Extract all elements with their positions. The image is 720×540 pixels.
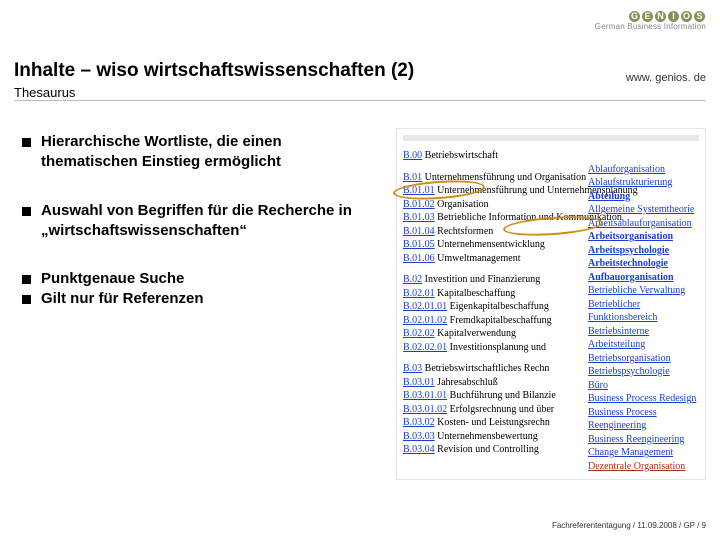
term-link[interactable]: Ablauforganisation bbox=[588, 163, 698, 177]
term-link[interactable]: Betriebspsychologie bbox=[588, 365, 698, 379]
code-link[interactable]: B.03.02 bbox=[403, 417, 435, 428]
list-item: B.01 Unternehmensführung und Organisatio… bbox=[403, 171, 588, 185]
code-link[interactable]: B.03 bbox=[403, 363, 422, 374]
term-link[interactable]: Dezentrale Organisation bbox=[588, 460, 698, 474]
code-link[interactable]: B.02.02.01 bbox=[403, 342, 447, 353]
code-link[interactable]: B.01.06 bbox=[403, 253, 435, 264]
bullet-icon bbox=[22, 138, 31, 147]
term-link[interactable]: Betriebsinterne Arbeitsteilung bbox=[588, 325, 698, 352]
list-item: B.02.01.01 Eigenkapitalbeschaffung bbox=[403, 300, 588, 314]
term-link[interactable]: Betriebliche Verwaltung bbox=[588, 284, 698, 298]
bullet-text: Punktgenaue Suche bbox=[41, 269, 184, 289]
bullet-icon bbox=[22, 275, 31, 284]
code-link[interactable]: B.01.03 bbox=[403, 212, 435, 223]
term-link[interactable]: Change Management bbox=[588, 446, 698, 460]
bullet-icon bbox=[22, 295, 31, 304]
code-link[interactable]: B.03.01.02 bbox=[403, 404, 447, 415]
list-item: B.01.03 Betriebliche Information und Kom… bbox=[403, 211, 588, 225]
code-link[interactable]: B.02.02 bbox=[403, 328, 435, 339]
code-link[interactable]: B.01.01 bbox=[403, 185, 435, 196]
list-item: B.01.01 Unternehmensführung und Unterneh… bbox=[403, 184, 588, 198]
right-column: AblauforganisationAblaufstrukturierungAb… bbox=[588, 163, 698, 474]
term-link[interactable]: Betrieblicher Funktionsbereich bbox=[588, 298, 698, 325]
list-item: B.03.01.02 Erfolgsrechnung und über bbox=[403, 403, 588, 417]
term-link[interactable]: Ablaufstrukturierung bbox=[588, 176, 698, 190]
list-item: B.00 Betriebswirtschaft bbox=[403, 149, 699, 163]
term-link[interactable]: Business Reengineering bbox=[588, 433, 698, 447]
code-link[interactable]: B.03.01.01 bbox=[403, 390, 447, 401]
list-item: B.01.06 Umweltmanagement bbox=[403, 252, 588, 266]
thesaurus-screenshot: B.00 Betriebswirtschaft B.01 Unternehmen… bbox=[396, 128, 706, 480]
code-link[interactable]: B.02 bbox=[403, 274, 422, 285]
code-link[interactable]: B.03.04 bbox=[403, 444, 435, 455]
code-link[interactable]: B.02.01.02 bbox=[403, 315, 447, 326]
logo-letters: GENIOS bbox=[595, 10, 706, 22]
list-item: B.03.01.01 Buchführung und Bilanzie bbox=[403, 389, 588, 403]
term-link[interactable]: Betriebsorganisation bbox=[588, 352, 698, 366]
list-item: B.03.03 Unternehmensbewertung bbox=[403, 430, 588, 444]
brand-logo: GENIOS German Business Information bbox=[595, 10, 706, 31]
term-link[interactable]: Aufbauorganisation bbox=[588, 271, 698, 285]
list-item: B.03.01 Jahresabschluß bbox=[403, 376, 588, 390]
slide-subtitle: Thesaurus bbox=[14, 85, 706, 100]
slide-title: Inhalte – wiso wirtschaftswissenschaften… bbox=[14, 60, 706, 82]
screenshot-topbar bbox=[403, 135, 699, 141]
header-rule bbox=[14, 100, 706, 101]
term-link[interactable]: Büro bbox=[588, 379, 698, 393]
list-item: B.01.02 Organisation bbox=[403, 198, 588, 212]
code-link[interactable]: B.02.01 bbox=[403, 288, 435, 299]
bullet-list: Hierarchische Wortliste, die einen thema… bbox=[22, 132, 352, 338]
list-item: B.02 Investition und Finanzierung bbox=[403, 273, 588, 287]
code-link[interactable]: B.02.01.01 bbox=[403, 301, 447, 312]
code-link[interactable]: B.01.05 bbox=[403, 239, 435, 250]
bullet-icon bbox=[22, 207, 31, 216]
term-link[interactable]: Arbeitstechnologie bbox=[588, 257, 698, 271]
code-link[interactable]: B.03.03 bbox=[403, 431, 435, 442]
term-link[interactable]: Arbeitsablauforganisation bbox=[588, 217, 698, 231]
list-item: B.03.02 Kosten- und Leistungsrechn bbox=[403, 416, 588, 430]
list-item: B.01.05 Unternehmensentwicklung bbox=[403, 238, 588, 252]
term-link[interactable]: Arbeitspsychologie bbox=[588, 244, 698, 258]
bullet-text: Hierarchische Wortliste, die einen thema… bbox=[41, 132, 352, 173]
code-link[interactable]: B.01.02 bbox=[403, 199, 435, 210]
bullet-text: Gilt nur für Referenzen bbox=[41, 289, 204, 309]
code-link[interactable]: B.00 bbox=[403, 150, 422, 161]
list-item: B.01.04 Rechtsformen bbox=[403, 225, 588, 239]
term-link[interactable]: Allgemeine Systemtheorie bbox=[588, 203, 698, 217]
header-url: www. genios. de bbox=[626, 72, 706, 84]
code-link[interactable]: B.03.01 bbox=[403, 377, 435, 388]
slide-header: Inhalte – wiso wirtschaftswissenschaften… bbox=[14, 60, 706, 100]
slide-footer: Fachreferententagung / 11.09.2008 / GP /… bbox=[552, 521, 706, 530]
list-item: B.03 Betriebswirtschaftliches Rechn bbox=[403, 362, 588, 376]
code-link[interactable]: B.01.04 bbox=[403, 226, 435, 237]
list-item: B.02.02 Kapitalverwendung bbox=[403, 327, 588, 341]
logo-tagline: German Business Information bbox=[595, 22, 706, 31]
bullet-text: Auswahl von Begriffen für die Recherche … bbox=[41, 201, 352, 242]
code-link[interactable]: B.01 bbox=[403, 172, 422, 183]
list-item: B.02.01 Kapitalbeschaffung bbox=[403, 287, 588, 301]
term-link[interactable]: Business Process Reengineering bbox=[588, 406, 698, 433]
list-item: B.02.02.01 Investitionsplanung und bbox=[403, 341, 588, 355]
list-item: B.03.04 Revision und Controlling bbox=[403, 443, 588, 457]
term-link[interactable]: Abteilung bbox=[588, 190, 698, 204]
term-link[interactable]: Business Process Redesign bbox=[588, 392, 698, 406]
list-item: B.02.01.02 Fremdkapitalbeschaffung bbox=[403, 314, 588, 328]
left-column: B.01 Unternehmensführung und Organisatio… bbox=[403, 163, 588, 474]
term-link[interactable]: Arbeitsorganisation bbox=[588, 230, 698, 244]
